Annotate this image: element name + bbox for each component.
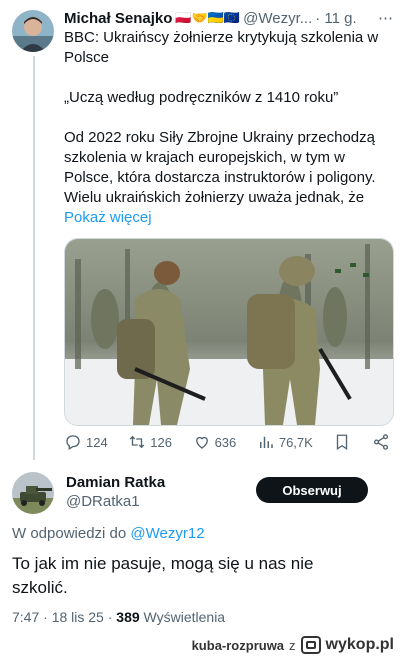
reply-to-handle[interactable]: @Wezyr12 xyxy=(130,525,204,542)
watermark-brand: wykop.pl xyxy=(325,636,394,653)
more-options-icon[interactable]: ⋯ xyxy=(378,9,394,27)
tweet-media-image[interactable] xyxy=(64,238,394,426)
reply-line: szkolić. xyxy=(12,578,68,597)
repost-icon xyxy=(130,435,145,449)
like-button[interactable]: 636 xyxy=(193,433,237,451)
reply-count: 124 xyxy=(86,434,108,450)
repost-button[interactable]: 126 xyxy=(128,433,172,451)
watermark: kuba-rozpruwa z wykop.pl xyxy=(192,634,394,656)
tweet-line: Polsce, która dostarcza instruktorów i p… xyxy=(64,169,376,186)
watermark-sep: z xyxy=(289,637,296,653)
reply-meta: 7:47 · 18 lis 25 · 389 Wyświetlenia xyxy=(12,609,225,625)
reply-views-label: Wyświetlenia xyxy=(143,609,226,625)
post-time[interactable]: · 11 g. xyxy=(315,10,356,27)
like-count: 636 xyxy=(214,434,237,450)
tweet-body: BBC: Ukraińscy żołnierze krytykują szkol… xyxy=(64,28,396,228)
reply-to-line: W odpowiedzi do @Wezyr12 xyxy=(12,525,205,542)
author-name[interactable]: Michał Senajko xyxy=(64,10,172,27)
author-flags: 🇵🇱🤝🇺🇦🇪🇺 xyxy=(175,10,241,25)
reply-time[interactable]: 7:47 · 18 lis 25 · xyxy=(12,609,112,625)
repost-count: 126 xyxy=(150,434,172,450)
follow-button[interactable]: Obserwuj xyxy=(256,477,368,503)
tweet-line: Polsce xyxy=(64,49,110,66)
reply-line: To jak im nie pasuje, mogą się u nas nie xyxy=(12,554,314,573)
author-name-2[interactable]: Damian Ratka xyxy=(66,474,165,491)
watermark-user: kuba-rozpruwa xyxy=(191,637,285,653)
tweet-line: Wielu ukraińskich żołnierzy uważa jednak… xyxy=(64,189,365,206)
author-handle[interactable]: @Wezyr... xyxy=(243,10,312,27)
bookmark-icon xyxy=(337,434,348,451)
wykop-logo-icon xyxy=(300,636,321,654)
tweet-line: Od 2022 roku Siły Zbrojne Ukrainy przech… xyxy=(64,129,375,146)
reply-views-count: 389 xyxy=(116,609,140,625)
tweet-line: „Uczą według podręczników z 1410 roku” xyxy=(64,89,339,106)
share-button[interactable] xyxy=(372,433,390,451)
show-more-link[interactable]: Pokaż więcej xyxy=(64,208,396,228)
reply-icon xyxy=(66,435,80,450)
like-icon xyxy=(195,436,208,449)
views-button[interactable]: 76,7K xyxy=(257,433,313,451)
reply-button[interactable]: 124 xyxy=(64,433,108,451)
reply-to-prefix: W odpowiedzi do xyxy=(12,525,127,542)
tweet-line: szkolenia w krajach europejskich, w tym … xyxy=(64,149,345,166)
reply-body: To jak im nie pasuje, mogą się u nas nie… xyxy=(12,552,392,600)
views-count: 76,7K xyxy=(278,434,313,450)
avatar-damian[interactable] xyxy=(12,472,54,514)
bookmark-button[interactable] xyxy=(333,433,351,451)
avatar-michal[interactable] xyxy=(12,10,54,52)
tweet-line: BBC: Ukraińscy żołnierze krytykują szkol… xyxy=(64,29,379,46)
share-icon xyxy=(373,434,389,450)
views-icon xyxy=(259,436,273,448)
action-bar: 124 126 636 76,7K xyxy=(64,432,390,452)
thread-line xyxy=(33,56,35,460)
author-handle-2[interactable]: @DRatka1 xyxy=(66,493,140,510)
